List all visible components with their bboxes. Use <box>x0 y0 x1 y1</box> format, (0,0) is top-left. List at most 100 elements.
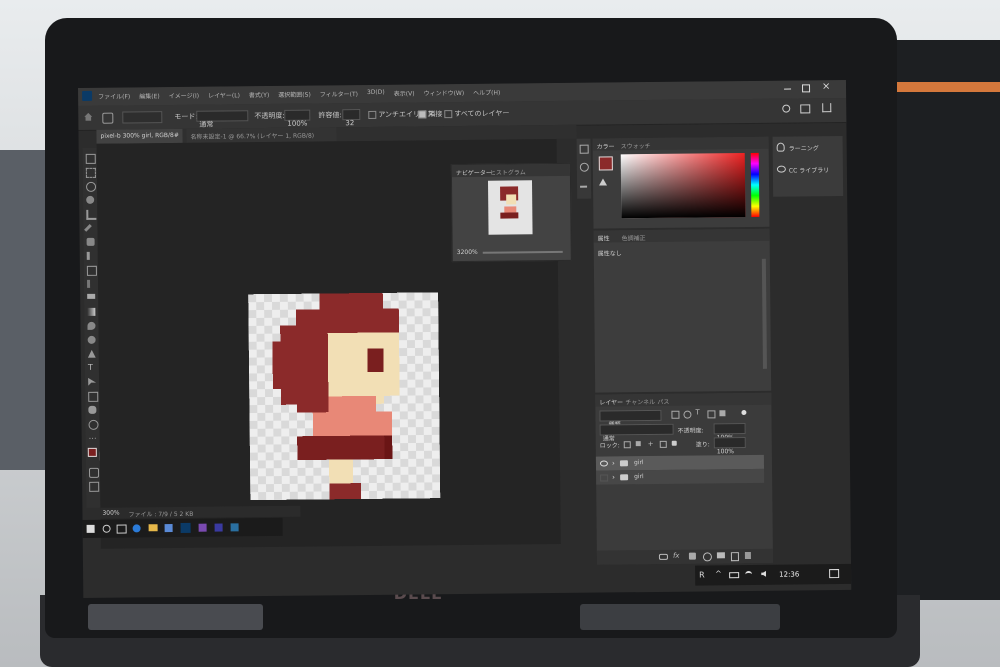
fill-input[interactable]: 100% <box>713 437 746 455</box>
filter-toggle-icon[interactable] <box>741 410 747 416</box>
store-icon[interactable] <box>164 524 173 533</box>
notification-icon[interactable] <box>829 569 840 579</box>
antialias-checkbox[interactable] <box>368 110 377 119</box>
visibility-empty-icon[interactable] <box>600 474 609 482</box>
app-taskbar-icon[interactable] <box>198 523 207 532</box>
hand-tool-icon[interactable] <box>88 405 97 414</box>
gradient-tool-icon[interactable] <box>87 307 96 316</box>
menu-window[interactable]: ウィンドウ(W) <box>423 88 465 97</box>
status-zoom[interactable]: 300% <box>102 510 119 517</box>
photoshop-taskbar-icon[interactable] <box>180 522 191 533</box>
search-taskbar-icon[interactable] <box>102 524 111 533</box>
app2-taskbar-icon[interactable] <box>214 523 223 532</box>
navigator-thumbnail[interactable] <box>487 180 533 235</box>
doc-tab-1[interactable]: pixel-b 300% girl, RGB/8# <box>96 128 183 144</box>
ps-logo-icon[interactable] <box>82 90 93 101</box>
menu-file[interactable]: ファイル(F) <box>98 91 130 100</box>
filter-adjust-icon[interactable] <box>683 410 692 419</box>
foreground-color-swatch[interactable] <box>87 447 97 457</box>
hue-slider[interactable] <box>750 152 760 217</box>
fill-source-select[interactable] <box>122 111 163 124</box>
more-tools-icon[interactable]: … <box>89 432 97 442</box>
navigator-zoom[interactable]: 3200% <box>457 249 478 256</box>
menu-view[interactable]: 表示(V) <box>394 88 415 97</box>
add-mask-icon[interactable] <box>688 552 696 560</box>
menu-layer[interactable]: レイヤー(L) <box>208 90 240 99</box>
filter-shape-icon[interactable] <box>707 410 716 419</box>
dodge-tool-icon[interactable] <box>87 335 96 344</box>
brush-tool-icon[interactable] <box>86 251 90 260</box>
crop-tool-icon[interactable] <box>86 209 97 220</box>
pixel-art-canvas[interactable] <box>248 290 441 502</box>
lock-pixels-icon[interactable] <box>623 441 631 449</box>
learn-item[interactable]: ラーニング <box>773 140 843 155</box>
menu-edit[interactable]: 編集(E) <box>139 91 160 100</box>
tab-navigator[interactable]: ナビゲーター <box>456 168 492 177</box>
lasso-tool-icon[interactable] <box>85 181 97 192</box>
menu-help[interactable]: ヘルプ(H) <box>473 88 500 97</box>
layer-filter-select[interactable]: 種類 <box>599 409 662 428</box>
lock-artboard-icon[interactable] <box>659 440 667 448</box>
group-chevron-icon[interactable]: › <box>612 473 615 481</box>
share-icon[interactable] <box>822 103 832 113</box>
shape-tool-icon[interactable] <box>88 391 99 402</box>
workspace-icon[interactable] <box>800 104 811 114</box>
history-icon[interactable] <box>579 144 589 154</box>
explorer-icon[interactable] <box>148 524 158 532</box>
filter-pixel-icon[interactable] <box>671 410 680 419</box>
new-group-icon[interactable] <box>716 552 725 559</box>
fg-color-chip[interactable] <box>598 156 613 171</box>
eraser-tool-icon[interactable] <box>87 293 96 299</box>
close-icon[interactable]: × <box>822 81 831 92</box>
contiguous-checkbox[interactable] <box>418 110 427 119</box>
fx-icon[interactable]: fx <box>673 552 680 560</box>
layer-opacity-input[interactable]: 100% <box>713 423 746 441</box>
tab-swatches[interactable]: スウォッチ <box>621 141 651 150</box>
tolerance-input[interactable]: 32 <box>342 109 361 127</box>
edge-icon[interactable] <box>132 524 141 533</box>
new-layer-icon[interactable] <box>730 552 739 562</box>
adjustment-layer-icon[interactable] <box>702 552 712 562</box>
adjust-icon[interactable] <box>579 180 588 188</box>
menu-image[interactable]: イメージ(I) <box>169 91 199 100</box>
minimize-icon[interactable] <box>784 88 792 90</box>
stamp-tool-icon[interactable] <box>86 265 97 276</box>
lock-paint-icon[interactable] <box>635 441 641 447</box>
screen-mode-icon[interactable] <box>89 481 100 492</box>
menu-type[interactable]: 書式(Y) <box>249 90 269 99</box>
app3-taskbar-icon[interactable] <box>230 523 239 532</box>
taskview-icon[interactable] <box>116 524 127 534</box>
tray-chevron-icon[interactable]: ^ <box>715 569 722 578</box>
libraries-item[interactable]: CC ライブラリ <box>773 162 843 177</box>
zoom-tool-icon[interactable] <box>88 419 99 430</box>
history-brush-tool-icon[interactable] <box>87 279 91 288</box>
pen-tool-icon[interactable] <box>88 350 96 358</box>
tab-properties[interactable]: 属性 <box>598 233 610 242</box>
delete-layer-icon[interactable] <box>744 551 751 560</box>
tab-adjustments[interactable]: 色調補正 <box>622 233 646 242</box>
menu-filter[interactable]: フィルター(T) <box>320 89 358 98</box>
tab-histogram[interactable]: ヒストグラム <box>490 167 526 176</box>
opacity-input[interactable]: 100% <box>284 109 311 128</box>
ime-icon[interactable]: R <box>699 570 705 579</box>
blur-tool-icon[interactable] <box>87 321 96 330</box>
home-icon[interactable] <box>84 113 92 121</box>
doc-tab-2[interactable]: 名称未設定-1 @ 66.7% (レイヤー 1, RGB/8) <box>186 127 337 143</box>
brush-settings-icon[interactable] <box>579 162 589 172</box>
layer-name[interactable]: girl <box>634 473 644 480</box>
volume-icon[interactable] <box>761 571 766 577</box>
layer-row[interactable]: › girl <box>596 468 765 485</box>
navigator-slider[interactable] <box>482 250 563 254</box>
path-select-tool-icon[interactable] <box>88 378 96 386</box>
marquee-tool-icon[interactable] <box>85 167 96 178</box>
lock-move-icon[interactable]: + <box>648 440 654 448</box>
quick-select-tool-icon[interactable] <box>86 195 95 204</box>
search-icon[interactable] <box>782 104 791 113</box>
menu-select[interactable]: 選択範囲(S) <box>278 90 311 99</box>
lock-all-icon[interactable] <box>671 440 677 446</box>
battery-icon[interactable] <box>729 572 740 579</box>
type-tool-icon[interactable]: T <box>88 363 96 372</box>
restore-icon[interactable] <box>802 84 811 93</box>
windows-start-icon[interactable] <box>86 524 95 533</box>
clock[interactable]: 12:36 <box>779 570 799 578</box>
